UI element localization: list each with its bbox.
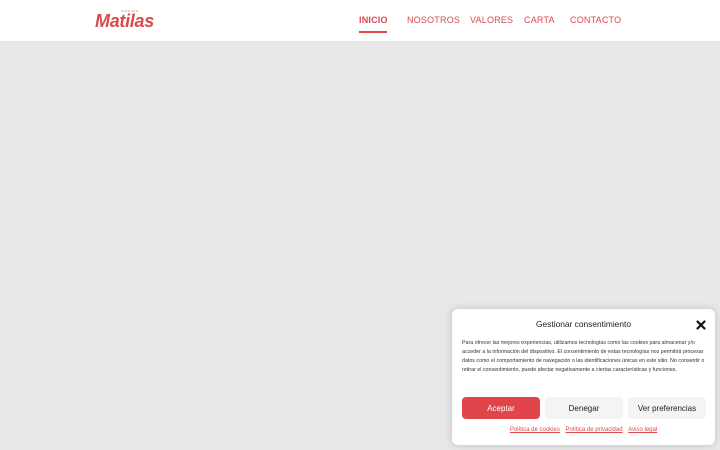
cookie-title: Gestionar consentimiento [536,319,631,329]
cookie-policy-link[interactable]: Política de cookies [510,427,560,433]
site-header: COCINA Matilas INICIO NOSOTROS VALORES C… [0,0,720,41]
cookie-links: Política de cookies Política de privacid… [452,427,715,433]
nav-item-carta[interactable]: CARTA [524,15,555,25]
nav-item-nosotros[interactable]: NOSOTROS [407,15,460,25]
nav-item-contacto[interactable]: CONTACTO [570,15,621,25]
logo-name: Matilas [95,11,154,31]
legal-notice-link[interactable]: Aviso legal [628,427,657,433]
accept-button[interactable]: Aceptar [462,397,540,419]
preferences-button[interactable]: Ver preferencias [628,397,706,419]
brand-logo[interactable]: COCINA Matilas [95,9,165,33]
nav-item-valores[interactable]: VALORES [470,15,513,25]
close-icon[interactable] [695,318,707,331]
cookie-description: Para ofrecer las mejores experiencias, u… [462,340,705,373]
nav-active-indicator [359,31,387,33]
nav-item-inicio[interactable]: INICIO [359,15,388,25]
deny-button[interactable]: Denegar [545,397,623,419]
privacy-policy-link[interactable]: Política de privacidad [566,427,623,433]
cookie-consent-dialog: Gestionar consentimiento Para ofrecer la… [452,309,715,445]
